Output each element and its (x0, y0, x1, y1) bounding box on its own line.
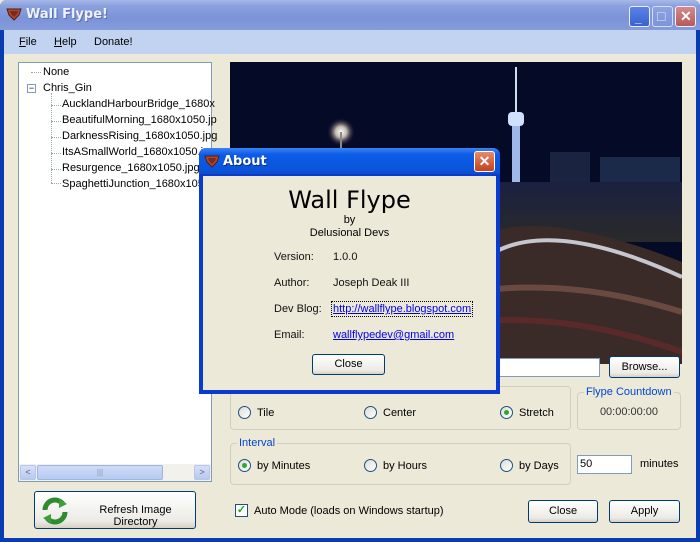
tree-file[interactable]: AucklandHarbourBridge_1680x (62, 98, 215, 110)
tree-file[interactable]: Resurgence_1680x1050.jpg (62, 162, 200, 174)
format-tile-radio[interactable]: Tile (238, 406, 274, 419)
radio-unchecked-icon (500, 459, 513, 472)
tree-connector (51, 183, 61, 184)
menu-file[interactable]: File (19, 36, 37, 48)
tree-file[interactable]: SpaghettiJunction_1680x105 (62, 178, 204, 190)
scroll-left-arrow-icon[interactable]: < (20, 465, 36, 480)
title-bar[interactable]: Wall Flype! _ □ ✕ (0, 0, 700, 30)
close-icon: ✕ (680, 8, 692, 24)
format-stretch-label: Stretch (519, 406, 554, 419)
checkmark-icon: ✓ (235, 504, 248, 517)
interval-value-input[interactable]: 50 (577, 455, 632, 474)
tree-connector (51, 105, 61, 106)
about-developer: Delusional Devs (309, 227, 390, 239)
refresh-directory-button[interactable]: Refresh Image Directory (34, 491, 196, 529)
menu-file-accel: F (19, 36, 26, 48)
scroll-thumb[interactable]: ||| (37, 465, 163, 480)
email-link[interactable]: wallflypedev@gmail.com (333, 329, 454, 341)
collapse-icon[interactable]: − (27, 84, 36, 93)
radio-unchecked-icon (364, 406, 377, 419)
interval-hours-label: by Hours (383, 459, 428, 472)
interval-group: Interval by Minutes by Hours by Days (230, 437, 571, 485)
author-label: Author: (274, 277, 310, 289)
minimize-icon: _ (635, 11, 642, 25)
menu-bar: File Help Donate! (4, 30, 696, 54)
about-dialog: About ✕ Wall Flype by Delusional Devs Ve… (199, 148, 500, 394)
maximize-button[interactable]: □ (652, 6, 673, 27)
about-close-button[interactable]: Close (312, 354, 385, 375)
window-title: Wall Flype! (26, 7, 108, 22)
about-body: Wall Flype by Delusional Devs Version: 1… (203, 176, 496, 390)
refresh-label: Refresh Image Directory (99, 504, 172, 528)
version-label: Version: (274, 251, 314, 263)
version-value: 1.0.0 (333, 251, 358, 263)
menu-file-label: ile (25, 36, 37, 48)
tree-horizontal-scrollbar[interactable]: < ||| > (19, 464, 211, 481)
tree-file[interactable]: DarknessRising_1680x1050.jpg (62, 130, 217, 142)
maximize-icon: □ (657, 8, 666, 24)
countdown-label: Flype Countdown (584, 386, 674, 398)
tree-connector (51, 169, 61, 170)
about-app-name: Wall Flype (288, 186, 411, 214)
radio-unchecked-icon (364, 459, 377, 472)
interval-group-label: Interval (237, 437, 278, 449)
tree-connector (51, 153, 61, 154)
app-shield-icon (6, 8, 22, 21)
tree-connector (31, 72, 41, 73)
close-button[interactable]: Close (528, 500, 598, 523)
radio-unchecked-icon (238, 406, 251, 419)
close-icon: ✕ (478, 153, 491, 169)
refresh-icon (42, 497, 68, 525)
tree-connector (51, 121, 61, 122)
apply-button[interactable]: Apply (609, 500, 680, 523)
format-stretch-radio[interactable]: Stretch (500, 406, 554, 419)
tree-file[interactable]: BeautifulMorning_1680x1050.jp (62, 114, 217, 126)
tree-connector (51, 137, 61, 138)
minimize-button[interactable]: _ (629, 6, 650, 27)
menu-help-label: elp (61, 36, 77, 48)
auto-mode-checkbox[interactable]: ✓ Auto Mode (loads on Windows startup) (235, 504, 444, 517)
format-center-radio[interactable]: Center (364, 406, 416, 419)
scroll-right-arrow-icon[interactable]: > (194, 465, 210, 480)
countdown-value: 00:00:00:00 (599, 406, 659, 418)
format-tile-label: Tile (257, 406, 275, 419)
close-window-button[interactable]: ✕ (675, 6, 696, 27)
about-title: About (223, 154, 267, 169)
interval-days-label: by Days (519, 459, 559, 472)
auto-mode-label: Auto Mode (loads on Windows startup) (254, 504, 444, 517)
tree-file[interactable]: ItsASmallWorld_1680x1050.jp (62, 146, 209, 158)
interval-minutes-label: by Minutes (257, 459, 311, 472)
interval-unit-label: minutes (640, 458, 679, 470)
tree-item-none[interactable]: None (43, 66, 69, 78)
about-close-x-button[interactable]: ✕ (474, 151, 495, 172)
menu-help-accel: H (54, 36, 62, 48)
blog-label: Dev Blog: (274, 303, 322, 315)
app-shield-icon (204, 155, 220, 168)
menu-help[interactable]: Help (54, 36, 77, 48)
about-title-bar[interactable]: About ✕ (199, 148, 500, 174)
menu-donate[interactable]: Donate! (94, 36, 133, 48)
email-label: Email: (274, 329, 305, 341)
about-by: by (343, 214, 356, 226)
author-value: Joseph Deak III (333, 277, 410, 289)
radio-checked-icon (238, 459, 251, 472)
interval-hours-radio[interactable]: by Hours (364, 459, 427, 472)
interval-days-radio[interactable]: by Days (500, 459, 559, 472)
format-center-label: Center (383, 406, 417, 419)
blog-link[interactable]: http://wallflype.blogspot.com (330, 301, 474, 317)
browse-button[interactable]: Browse... (609, 356, 680, 378)
radio-checked-icon (500, 406, 513, 419)
countdown-group: Flype Countdown 00:00:00:00 (577, 386, 681, 430)
image-tree[interactable]: None − Chris_Gin AucklandHarbourBridge_1… (18, 62, 217, 482)
interval-minutes-radio[interactable]: by Minutes (238, 459, 310, 472)
